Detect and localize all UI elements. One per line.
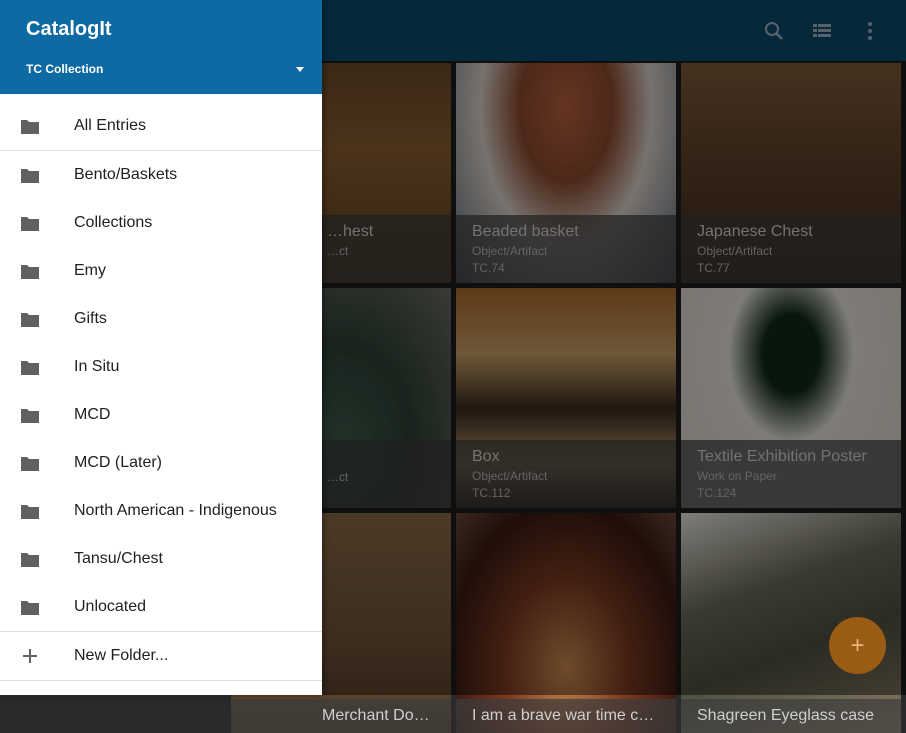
folder-icon xyxy=(21,457,39,471)
collection-selector[interactable]: TC Collection xyxy=(26,62,103,76)
drawer-item-label: North American - Indigenous xyxy=(74,502,277,519)
navigation-drawer: CatalogIt TC Collection All Entries Bent… xyxy=(0,0,322,695)
folder-icon xyxy=(21,553,39,567)
drawer-item-folder[interactable]: Collections xyxy=(0,199,322,247)
drawer-item-folder[interactable]: Gifts xyxy=(0,295,322,343)
drawer-item-label: MCD xyxy=(74,406,111,423)
plus-icon xyxy=(23,649,37,663)
entry-caption: Merchant Docu… xyxy=(231,699,451,733)
drawer-item-label: Tansu/Chest xyxy=(74,550,163,567)
drawer-item-folder[interactable]: In Situ xyxy=(0,343,322,391)
folder-icon xyxy=(21,505,39,519)
new-folder-button[interactable]: New Folder... xyxy=(0,632,322,680)
folder-icon xyxy=(21,601,39,615)
drawer-item-label: In Situ xyxy=(74,358,120,375)
folder-icon xyxy=(21,169,39,183)
new-folder-label: New Folder... xyxy=(74,647,169,664)
folder-icon xyxy=(21,120,39,134)
drawer-item-folder[interactable]: Tansu/Chest xyxy=(0,535,322,583)
drawer-item-folder[interactable]: Bento/Baskets xyxy=(0,151,322,199)
drawer-item-folder[interactable]: North American - Indigenous xyxy=(0,487,322,535)
folder-icon xyxy=(21,361,39,375)
divider xyxy=(0,680,322,681)
entry-caption: I am a brave war time chic… xyxy=(456,699,676,733)
add-icon: + xyxy=(850,631,865,659)
drawer-item-label: Unlocated xyxy=(74,598,147,615)
add-entry-button[interactable]: + xyxy=(829,617,886,674)
folder-icon xyxy=(21,313,39,327)
folder-icon xyxy=(21,265,39,279)
drawer-item-folder[interactable]: Unlocated xyxy=(0,583,322,631)
folder-icon xyxy=(21,409,39,423)
drawer-item-label: Bento/Baskets xyxy=(74,166,178,183)
entry-caption: Shagreen Eyeglass case xyxy=(681,699,901,733)
drawer-item-label: All Entries xyxy=(74,117,147,134)
drawer-item-folder[interactable]: Emy xyxy=(0,247,322,295)
app-title: CatalogIt xyxy=(26,18,112,40)
drawer-item-label: Gifts xyxy=(74,310,107,327)
entry-title: I am a brave war time chic… xyxy=(472,707,660,724)
drawer-item-label: Collections xyxy=(74,214,153,231)
drawer-item-all-entries[interactable]: All Entries xyxy=(0,102,322,150)
drawer-item-folder[interactable]: MCD (Later) xyxy=(0,439,322,487)
drawer-item-label: MCD (Later) xyxy=(74,454,163,471)
entry-title: Merchant Docu… xyxy=(322,707,435,724)
drawer-header: CatalogIt TC Collection xyxy=(0,0,322,94)
drawer-item-folder[interactable]: MCD xyxy=(0,391,322,439)
drawer-item-label: Emy xyxy=(74,262,106,279)
folder-icon xyxy=(21,217,39,231)
dropdown-arrow-icon[interactable] xyxy=(296,67,304,72)
entry-title: Shagreen Eyeglass case xyxy=(697,707,874,724)
